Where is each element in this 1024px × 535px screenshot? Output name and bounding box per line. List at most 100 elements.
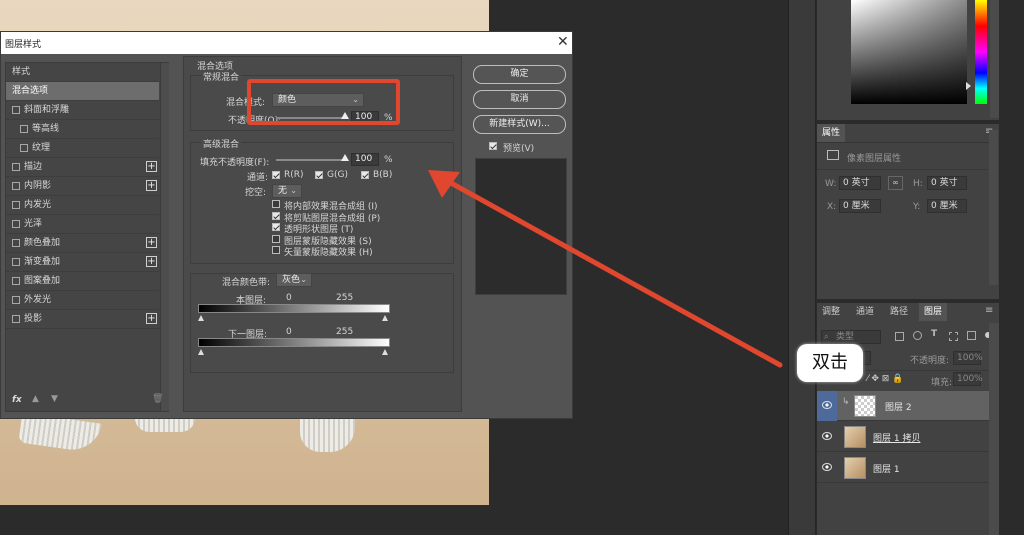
close-icon[interactable]: ✕ xyxy=(557,34,569,50)
style-list-item[interactable]: 外发光 xyxy=(6,291,159,310)
effect-checkbox[interactable] xyxy=(12,295,20,304)
layer-name[interactable]: 图层 1 xyxy=(873,462,900,475)
style-list-item[interactable]: 等高线 xyxy=(6,120,159,139)
color-panel-scrollbar[interactable] xyxy=(990,0,999,118)
opacity-field[interactable]: 100% xyxy=(953,351,983,365)
link-icon[interactable]: ∞ xyxy=(888,176,903,190)
layer-kind-filter[interactable]: 类型 xyxy=(821,330,881,344)
image-filter-icon[interactable] xyxy=(895,332,904,341)
style-list-item[interactable]: 混合选项 xyxy=(6,82,159,101)
move-up-icon[interactable]: ▲ xyxy=(32,394,39,404)
effect-checkbox[interactable] xyxy=(20,143,28,152)
advanced-option-checkbox[interactable] xyxy=(272,200,280,208)
hue-pointer-icon[interactable] xyxy=(966,82,971,90)
fill-opacity-slider[interactable] xyxy=(276,159,348,161)
type-filter-icon[interactable]: T xyxy=(931,329,937,339)
x-field[interactable]: 0 厘米 xyxy=(839,199,881,213)
cancel-button[interactable]: 取消 xyxy=(473,90,566,109)
advanced-option-checkbox[interactable] xyxy=(272,211,280,220)
under-layer-white-slider[interactable] xyxy=(382,349,388,355)
fill-field[interactable]: 100% xyxy=(953,372,983,386)
effect-checkbox[interactable] xyxy=(12,238,20,247)
fill-opacity-slider-thumb[interactable] xyxy=(341,154,349,161)
eye-icon[interactable] xyxy=(822,401,832,409)
height-field[interactable]: 0 英寸 xyxy=(927,176,967,190)
y-field[interactable]: 0 厘米 xyxy=(927,199,967,213)
knockout-dropdown[interactable]: 无 ⌄ xyxy=(272,184,302,198)
color-picker-field[interactable] xyxy=(851,0,967,104)
style-list-item-label: 外发光 xyxy=(24,295,52,305)
style-list-item[interactable]: 颜色叠加 + xyxy=(6,234,159,253)
style-list-item[interactable]: 内阴影 + xyxy=(6,177,159,196)
channel-r-checkbox[interactable] xyxy=(272,171,280,179)
tab-adjustments[interactable]: 调整 xyxy=(817,303,845,321)
eye-icon[interactable] xyxy=(822,432,832,440)
add-effect-icon[interactable]: + xyxy=(146,256,157,267)
tab-properties[interactable]: 属性 xyxy=(817,124,846,142)
layers-scrollbar[interactable] xyxy=(989,323,999,535)
dialog-titlebar[interactable]: 图层样式 ✕ xyxy=(1,32,572,54)
smart-object-filter-icon[interactable] xyxy=(967,331,976,340)
effect-checkbox[interactable] xyxy=(12,162,20,171)
layer-row[interactable]: 图层 1 xyxy=(817,453,989,483)
move-down-icon[interactable]: ▼ xyxy=(51,394,58,404)
effect-checkbox[interactable] xyxy=(12,181,20,190)
add-effect-icon[interactable]: + xyxy=(146,237,157,248)
effect-checkbox[interactable] xyxy=(12,314,20,323)
chevron-down-icon: ⌄ xyxy=(300,275,307,284)
style-list-item[interactable]: 斜面和浮雕 xyxy=(6,101,159,120)
eye-icon[interactable] xyxy=(822,463,832,471)
channel-b-checkbox[interactable] xyxy=(361,171,369,179)
tab-paths[interactable]: 路径 xyxy=(885,303,913,321)
effect-checkbox[interactable] xyxy=(12,105,20,114)
add-effect-icon[interactable]: + xyxy=(146,313,157,324)
lock-icons[interactable]: ⁄ ✥ ⊠ 🔒 xyxy=(867,374,903,384)
effect-checkbox[interactable] xyxy=(12,200,20,209)
blend-if-dropdown[interactable]: 灰色 ⌄ xyxy=(276,273,312,287)
trash-icon[interactable]: 🗑 xyxy=(152,394,163,404)
this-layer-white-slider[interactable] xyxy=(382,315,388,321)
style-list-item-label: 内发光 xyxy=(24,200,52,210)
layer-row[interactable]: 图层 1 拷贝 xyxy=(817,422,989,452)
style-list-item[interactable]: 投影 + xyxy=(6,310,159,329)
properties-scrollbar[interactable] xyxy=(989,130,998,285)
fill-opacity-input[interactable]: 100 xyxy=(351,153,379,166)
this-layer-min: 0 xyxy=(286,293,292,303)
effect-checkbox[interactable] xyxy=(20,124,28,133)
this-layer-black-slider[interactable] xyxy=(198,315,204,321)
layer-name[interactable]: 图层 2 xyxy=(885,400,912,413)
preview-checkbox[interactable] xyxy=(489,142,497,150)
effect-checkbox[interactable] xyxy=(12,276,20,285)
properties-panel: 属性 ≡ 像素图层属性 W: 0 英寸 ∞ H: 0 英寸 X: 0 厘米 Y:… xyxy=(817,124,999,299)
tab-layers[interactable]: 图层 xyxy=(919,303,948,321)
style-list-item[interactable]: 内发光 xyxy=(6,196,159,215)
add-effect-icon[interactable]: + xyxy=(146,180,157,191)
style-list-item[interactable]: 描边 + xyxy=(6,158,159,177)
channel-g-checkbox[interactable] xyxy=(315,171,323,179)
style-list-scrollbar[interactable] xyxy=(160,63,169,411)
advanced-option-label: 矢量蒙版隐藏效果 (H) xyxy=(284,248,373,258)
layer-name[interactable]: 图层 1 拷贝 xyxy=(873,431,920,444)
height-label: H: xyxy=(913,179,923,189)
width-field[interactable]: 0 英寸 xyxy=(839,176,881,190)
shape-filter-icon[interactable] xyxy=(949,332,958,341)
advanced-option-checkbox[interactable] xyxy=(272,223,280,231)
style-list-item[interactable]: 图案叠加 xyxy=(6,272,159,291)
under-layer-black-slider[interactable] xyxy=(198,349,204,355)
new-style-button[interactable]: 新建样式(W)... xyxy=(473,115,566,134)
effect-checkbox[interactable] xyxy=(12,219,20,228)
advanced-option-checkbox[interactable] xyxy=(272,234,280,243)
tab-channels[interactable]: 通道 xyxy=(851,303,879,321)
effect-checkbox[interactable] xyxy=(12,257,20,266)
style-list-item[interactable]: 光泽 xyxy=(6,215,159,234)
fx-icon[interactable]: fx xyxy=(12,395,22,405)
panel-menu-icon[interactable]: ≡ xyxy=(985,305,993,316)
adjustment-filter-icon[interactable] xyxy=(913,331,922,340)
add-effect-icon[interactable]: + xyxy=(146,161,157,172)
ok-button[interactable]: 确定 xyxy=(473,65,566,84)
hue-slider[interactable] xyxy=(975,0,987,104)
style-list-item[interactable]: 渐变叠加 + xyxy=(6,253,159,272)
layer-row[interactable]: ↳ 图层 2 xyxy=(817,391,989,421)
style-list-item[interactable]: 纹理 xyxy=(6,139,159,158)
advanced-option-checkbox[interactable] xyxy=(272,246,280,254)
